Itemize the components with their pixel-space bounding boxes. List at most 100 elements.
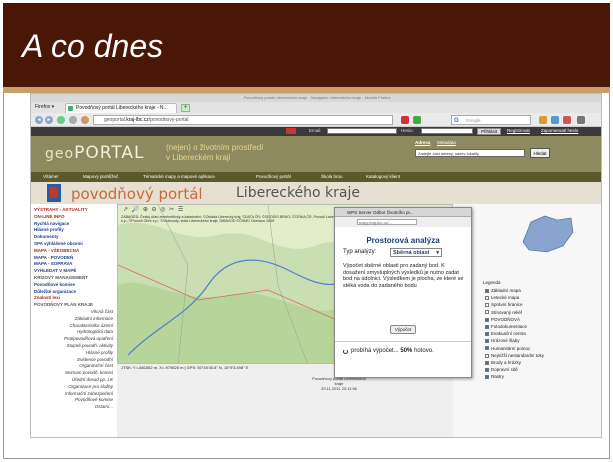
layer-item[interactable]: POVODŇOVÁ: [485, 317, 520, 322]
forgot-password-link[interactable]: Zapomenuté heslo: [541, 128, 578, 133]
left-nav-item[interactable]: Organizační část: [34, 363, 116, 368]
left-nav-item[interactable]: Informační zabezpečení: [34, 391, 116, 396]
left-nav-item[interactable]: Organizace pro služby: [34, 384, 116, 389]
password-field[interactable]: [421, 128, 473, 134]
layer-item[interactable]: Rastry: [485, 374, 504, 379]
forward-button[interactable]: ▸: [45, 116, 53, 124]
layer-item[interactable]: Dopravní sítě: [485, 367, 518, 372]
reload-icon[interactable]: [57, 116, 65, 124]
new-tab-button[interactable]: +: [181, 104, 190, 112]
calculate-button[interactable]: Výpočet: [390, 325, 416, 334]
layer-checkbox[interactable]: [485, 353, 489, 358]
left-nav-item[interactable]: Charakteristika území: [34, 323, 116, 328]
left-nav-item[interactable]: Hlásné profily: [34, 227, 116, 232]
layer-item[interactable]: Základní mapa: [485, 288, 521, 293]
left-nav-item[interactable]: Povodňové komise: [34, 282, 116, 287]
layer-item[interactable]: Fotodokumentace: [485, 324, 527, 329]
layer-checkbox[interactable]: [485, 296, 489, 300]
sync-icon[interactable]: [551, 116, 559, 124]
portal-logo[interactable]: geoPORTAL: [45, 143, 144, 163]
register-link[interactable]: Registrovat: [507, 128, 530, 133]
search-tab-address[interactable]: Adresa: [415, 140, 430, 145]
region-shape: [522, 215, 574, 253]
menu-item-flood-portal[interactable]: Povodňový portál: [256, 174, 291, 179]
layer-item[interactable]: Hrázové šlaby: [485, 338, 520, 343]
layer-checkbox[interactable]: [485, 324, 489, 329]
left-nav-item[interactable]: Povodňové komise: [34, 397, 116, 402]
bookmark-icon[interactable]: [81, 116, 89, 124]
left-nav-item[interactable]: Hydrologická data: [34, 329, 116, 334]
left-nav-item[interactable]: ON-LINE INFO: [34, 214, 116, 219]
popup-url[interactable]: mapy.kraj-lbc.cz/...: [357, 219, 417, 225]
left-nav-item[interactable]: SPA vyhlášené obcemi: [34, 241, 116, 246]
firefox-menu-button[interactable]: Firefox ▾: [35, 104, 54, 110]
addon-icon[interactable]: [413, 116, 421, 124]
left-nav-item[interactable]: Věcná část: [34, 309, 116, 314]
left-nav-item[interactable]: MAPA - SOPRAVA: [34, 261, 116, 266]
search-tab-metadata[interactable]: Metadata: [437, 140, 456, 145]
left-nav-item[interactable]: Důležité organizace: [34, 289, 116, 294]
layer-checkbox[interactable]: [485, 288, 489, 293]
layer-checkbox[interactable]: [485, 332, 489, 336]
menu-item-thematic-maps[interactable]: Tématické mapy a mapové aplikace: [143, 174, 215, 179]
region-overview-map[interactable]: [517, 212, 577, 256]
left-nav-item[interactable]: MAPA - POVODEŇ: [34, 255, 116, 260]
abp-icon[interactable]: [563, 116, 571, 124]
layer-checkbox[interactable]: [485, 310, 489, 315]
layer-checkbox[interactable]: [485, 368, 489, 372]
flag-gb-icon[interactable]: [286, 128, 296, 134]
left-nav-item[interactable]: KRIZOVÝ MANAGEMENT: [34, 275, 116, 280]
map-toolbar[interactable]: ↗ 🔎 ⊕ ⊖ ◎ ✂ ☰: [123, 206, 184, 213]
flood-portal-title: povodňový portál: [71, 185, 203, 203]
site-search-box: Adresa Metadata Zadejte část adresy, náz…: [403, 140, 593, 168]
left-nav-item[interactable]: Znalostí lexi: [34, 295, 116, 300]
layer-item[interactable]: Letecké mapa: [485, 295, 519, 300]
menu-item-map-viewer[interactable]: Mapový prohlížeč: [83, 174, 118, 179]
left-nav-item[interactable]: Protipovodňová opatření: [34, 336, 116, 341]
site-search-input[interactable]: Zadejte část adresy, název lokality: [415, 149, 525, 157]
left-nav-item[interactable]: Rychlá navigace: [34, 221, 116, 226]
left-nav-item[interactable]: MAPA - VŠEOBECNÁ: [34, 248, 116, 253]
left-nav-item[interactable]: Ostatní...: [34, 404, 116, 409]
url-bar[interactable]: geoportal.kraj-lbc.cz/povodnovy-portal: [93, 115, 393, 125]
left-nav-item[interactable]: Stupně povodň. aktivity: [34, 343, 116, 348]
site-search-button[interactable]: Hledat: [530, 148, 550, 158]
left-nav-item[interactable]: VÝSTRAHY - AKTUALITY: [34, 207, 116, 212]
left-nav-item[interactable]: Hlásné profily: [34, 350, 116, 355]
layer-item[interactable]: Evakuační centra: [485, 331, 526, 336]
menu-item-welcome[interactable]: Vítáme!: [43, 174, 59, 179]
browser-tab[interactable]: Povodňový portál Libereckého kraje - N..…: [65, 103, 177, 113]
menu-item-catalog[interactable]: Katalogový klient: [366, 174, 400, 179]
layer-checkbox[interactable]: [485, 375, 489, 380]
left-nav-item[interactable]: Základní informace: [34, 316, 116, 321]
layer-label: Dopravní sítě: [491, 367, 518, 373]
layer-item[interactable]: Brody a hrázky: [485, 360, 521, 365]
left-nav-item[interactable]: Úřední dosud pp. LK: [34, 377, 116, 382]
back-button[interactable]: ◂: [35, 116, 43, 124]
layer-checkbox[interactable]: [485, 303, 489, 308]
left-nav-item[interactable]: Evidence povodní: [34, 357, 116, 362]
left-nav-item[interactable]: Seznam povodň. komisí: [34, 370, 116, 375]
browser-search-input[interactable]: G Google: [451, 115, 531, 125]
layer-checkbox[interactable]: [485, 346, 489, 351]
layer-checkbox[interactable]: [485, 339, 489, 344]
layer-checkbox[interactable]: [485, 360, 489, 365]
layer-item[interactable]: Stínovaný reliéf: [485, 310, 522, 315]
portal-banner: geoPORTAL (nejen) o životním prostředí v…: [31, 136, 601, 172]
layer-item[interactable]: Správní hranice: [485, 302, 523, 307]
layer-item[interactable]: Nejnižší nestandardní toky: [485, 353, 544, 358]
left-nav-item[interactable]: VYHLEDAT V MAPĚ: [34, 268, 116, 273]
menu-item-school[interactable]: Škola hrou: [321, 174, 343, 179]
left-nav-item[interactable]: POVODŇOVÝ PLÁN KRAJE: [34, 302, 116, 307]
download-icon[interactable]: [539, 116, 547, 124]
email-field[interactable]: [327, 128, 397, 134]
analysis-type-select[interactable]: Sběrná oblast ▾: [390, 248, 442, 257]
home-icon[interactable]: [69, 116, 77, 124]
flag-cz-icon[interactable]: [401, 116, 409, 124]
left-nav-item[interactable]: Dokumenty: [34, 234, 116, 239]
layer-item[interactable]: Humanitární pomoc: [485, 346, 530, 351]
email-label: Email:: [309, 128, 322, 133]
menu-icon[interactable]: [577, 116, 585, 124]
login-button[interactable]: Přihlásit: [477, 128, 502, 135]
layer-checkbox[interactable]: [485, 317, 489, 322]
